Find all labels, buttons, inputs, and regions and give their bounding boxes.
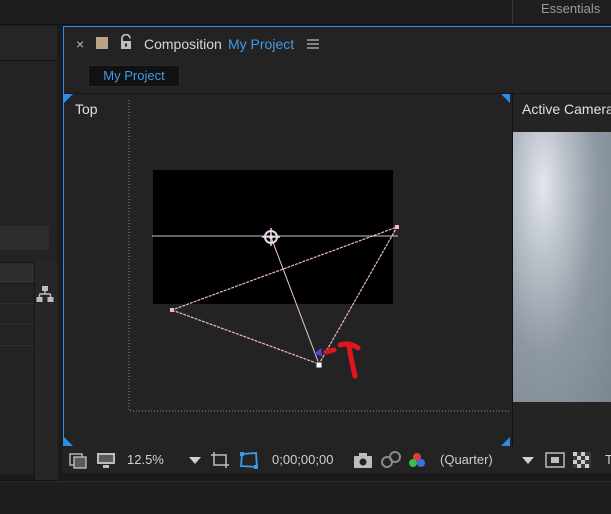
- color-swatch-icon[interactable]: [96, 37, 108, 49]
- region-of-interest-icon[interactable]: [210, 451, 230, 469]
- workspace-essentials[interactable]: Essentials: [512, 0, 611, 24]
- frustum-handle: [170, 308, 174, 312]
- view-label-active-camera: Active Camera: [522, 101, 611, 117]
- composition-panel: × Composition My Project My Project Top: [63, 26, 611, 448]
- fast-previews-icon[interactable]: [545, 451, 565, 469]
- panel-menu-icon[interactable]: [307, 39, 319, 49]
- project-search-field[interactable]: [0, 226, 49, 250]
- project-panel-header: [0, 26, 57, 61]
- timeline-header-band: [0, 481, 611, 514]
- project-panel: [0, 26, 58, 501]
- monitor-icon[interactable]: [96, 451, 116, 469]
- transparency-grid-icon[interactable]: [572, 451, 592, 469]
- breadcrumb[interactable]: My Project: [88, 65, 180, 87]
- corner-marker: [64, 437, 73, 446]
- corner-marker: [64, 94, 73, 103]
- list-item[interactable]: [0, 283, 34, 304]
- top-view[interactable]: Top: [64, 94, 510, 446]
- lock-icon[interactable]: [119, 34, 133, 50]
- toolbar-overflow-text: T: [605, 452, 611, 467]
- red-annotation-mark: [323, 341, 361, 379]
- close-icon[interactable]: ×: [76, 36, 84, 52]
- workspace-bar: Essentials: [0, 0, 611, 25]
- frustum-handle: [395, 225, 399, 229]
- list-item[interactable]: [0, 325, 34, 346]
- top-view-canvas: [64, 94, 510, 446]
- composition-name: My Project: [228, 36, 295, 52]
- viewer-area: Top Active Camera: [64, 93, 611, 448]
- snapshot-camera-icon[interactable]: [353, 451, 373, 469]
- tab-title: Composition: [144, 36, 222, 52]
- zoom-dropdown-icon[interactable]: [188, 451, 202, 469]
- resolution-dropdown-icon[interactable]: [521, 451, 535, 469]
- always-preview-icon[interactable]: [69, 451, 87, 469]
- viewer-toolbar: 12.5% 0;00;00;00 (Quarter) T: [63, 447, 611, 473]
- transparency-grid-mask-icon[interactable]: [239, 451, 259, 469]
- flowchart-icon[interactable]: [36, 285, 54, 303]
- camera-render: [513, 132, 611, 402]
- composition-tab[interactable]: × Composition My Project: [64, 27, 611, 63]
- list-item[interactable]: [0, 304, 34, 325]
- resolution-select[interactable]: (Quarter): [440, 452, 493, 467]
- corner-marker: [501, 437, 510, 446]
- show-snapshot-icon[interactable]: [380, 451, 402, 469]
- color-channels-icon[interactable]: [407, 451, 427, 469]
- active-camera-view[interactable]: Active Camera: [512, 94, 611, 446]
- camera-anchor: [315, 361, 323, 369]
- zoom-level[interactable]: 12.5%: [127, 452, 164, 467]
- corner-marker: [501, 94, 510, 103]
- timecode[interactable]: 0;00;00;00: [272, 452, 333, 467]
